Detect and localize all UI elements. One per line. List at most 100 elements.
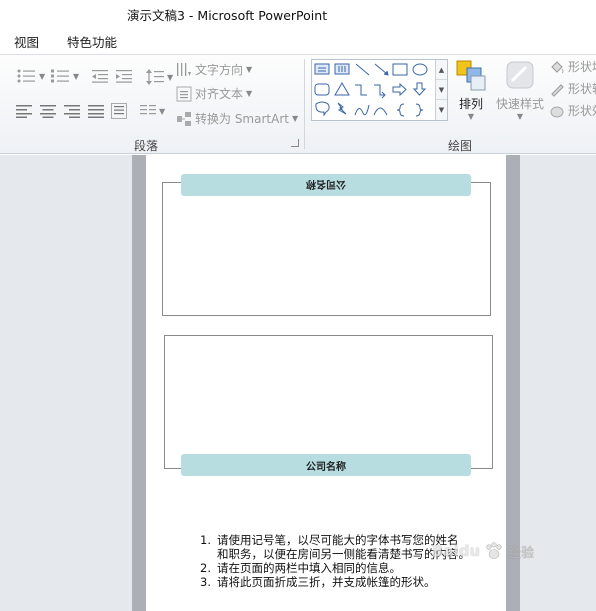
chevron-down-icon: ▼: [39, 71, 46, 81]
quick-styles-icon: [506, 61, 534, 89]
curve-shape-icon: [354, 104, 370, 116]
chevron-down-icon: ▼: [167, 72, 174, 82]
rectangle-shape-icon: [392, 63, 408, 76]
chevron-down-icon: ▼: [291, 114, 299, 123]
callout-shape-icon: [315, 101, 330, 117]
convert-smartart-label: 转换为 SmartArt: [195, 112, 289, 126]
right-brace-shape-icon: [415, 103, 424, 117]
paragraph-group-label: 段落: [134, 139, 159, 153]
align-text-button[interactable]: 对齐文本 ▼: [176, 85, 252, 102]
align-right-button[interactable]: [64, 105, 80, 118]
text-direction-icon: [177, 62, 191, 76]
baidu-watermark: Baidu 经验: [432, 541, 534, 561]
bottom-name-card[interactable]: [164, 335, 493, 469]
lightning-shape-icon: [337, 102, 347, 115]
tab-view[interactable]: 视图: [14, 32, 39, 51]
align-left-button[interactable]: [16, 105, 32, 118]
oval-shape-icon: [412, 63, 428, 76]
down-arrow-shape-icon: [412, 82, 427, 96]
shape-outline-label: 形状轮: [568, 82, 596, 96]
numbering-button[interactable]: ▼: [50, 69, 79, 83]
group-divider: [304, 59, 305, 149]
smartart-icon: [177, 111, 191, 126]
bullets-icon: [17, 69, 35, 83]
shape-fill-button[interactable]: 形状填: [549, 58, 596, 75]
quick-styles-label: 快速样式: [496, 97, 545, 111]
text-direction-label: 文字方向: [195, 63, 244, 77]
right-arrow-shape-icon: [392, 82, 407, 97]
top-company-label[interactable]: 公司名称: [181, 174, 471, 196]
numbering-icon: [51, 69, 69, 83]
align-center-icon: [40, 105, 56, 118]
line-spacing-button[interactable]: ▼: [146, 69, 173, 85]
vertical-text-box-shape-icon: [334, 63, 350, 75]
align-right-icon: [64, 105, 80, 118]
shape-outline-button[interactable]: 形状轮: [549, 80, 596, 97]
shape-effects-button[interactable]: 形状效: [549, 102, 596, 119]
increase-indent-button[interactable]: [116, 69, 132, 83]
scroll-up-icon[interactable]: ▲: [436, 60, 447, 80]
tab-special-features[interactable]: 特色功能: [67, 32, 117, 51]
justify-icon: [88, 105, 104, 118]
pen-icon: [551, 83, 564, 97]
quick-styles-button[interactable]: 快速样式 ▼: [496, 59, 544, 121]
elbow-arrow-connector-shape-icon: [374, 84, 386, 99]
arc-shape-icon: [373, 107, 388, 116]
triangle-shape-icon: [334, 82, 350, 96]
columns-button[interactable]: ▼: [140, 105, 165, 118]
shapes-grid: [314, 63, 428, 117]
list-text: 请使用记号笔，以尽可能大的字体书写您的姓名: [217, 533, 459, 547]
list-number: 1.: [200, 533, 211, 547]
bottom-company-label[interactable]: 公司名称: [181, 454, 471, 476]
arrange-icon: [456, 60, 486, 91]
shapes-gallery[interactable]: ▲ ▼ ▼: [311, 59, 448, 121]
bullets-button[interactable]: ▼: [16, 69, 45, 83]
chevron-down-icon: ▼: [467, 112, 475, 121]
arrow-line-shape-icon: [374, 63, 389, 76]
line-spacing-icon: [146, 69, 164, 85]
top-name-card[interactable]: [162, 182, 491, 316]
list-item: 2. 请在页面的两栏中填入相同的信息。: [200, 561, 500, 575]
shape-fill-label: 形状填: [568, 60, 596, 74]
list-text: 请在页面的两栏中填入相同的信息。: [217, 561, 401, 575]
gallery-scrollbar[interactable]: ▲ ▼ ▼: [435, 60, 447, 120]
convert-smartart-button[interactable]: 转换为 SmartArt ▼: [176, 110, 298, 127]
chevron-down-icon: ▼: [246, 65, 253, 74]
line-shape-icon: [355, 63, 370, 76]
chevron-down-icon: ▼: [159, 107, 166, 116]
distributed-button[interactable]: [111, 103, 127, 119]
scroll-down-icon[interactable]: ▼: [436, 80, 447, 100]
window-title: 演示文稿3 - Microsoft PowerPoint: [127, 8, 328, 23]
ribbon-tabs: 视图 特色功能: [0, 26, 596, 54]
arrange-button[interactable]: 排列 ▼: [455, 59, 487, 121]
chevron-down-icon: ▼: [516, 112, 524, 121]
bottom-company-label-text: 公司名称: [306, 461, 346, 473]
slide-shadow-left: [132, 155, 146, 611]
decrease-indent-icon: [92, 70, 108, 83]
list-number: 2.: [200, 561, 211, 575]
distributed-icon: [111, 103, 127, 119]
elbow-connector-shape-icon: [355, 84, 367, 96]
shape-effects-label: 形状效: [568, 104, 596, 118]
ribbon: ▼ ▼ ▼ 文字方向 ▼ 对齐文本 ▼ 转换为 SmartArt ▼ ▼ 段落 …: [0, 54, 596, 154]
rounded-rectangle-shape-icon: [314, 83, 330, 96]
more-shapes-icon[interactable]: ▼: [436, 100, 447, 120]
paw-icon: [486, 542, 502, 559]
title-bar: 演示文稿3 - Microsoft PowerPoint: [0, 0, 596, 26]
text-direction-button[interactable]: 文字方向 ▼: [176, 61, 252, 78]
align-center-button[interactable]: [40, 105, 56, 118]
shape-effects-icon: [550, 106, 564, 117]
left-gutter: [0, 155, 132, 611]
watermark-cn: 经验: [508, 545, 535, 561]
chevron-down-icon: ▼: [246, 89, 253, 98]
list-number: 3.: [200, 575, 211, 589]
decrease-indent-button[interactable]: [92, 69, 108, 83]
arrange-label: 排列: [458, 97, 483, 111]
left-brace-shape-icon: [396, 103, 405, 117]
text-box-shape-icon: [314, 63, 330, 75]
paragraph-dialog-launcher-icon[interactable]: [291, 139, 299, 147]
justify-button[interactable]: [88, 105, 104, 118]
align-left-icon: [16, 105, 32, 118]
list-item: 3. 请将此页面折成三折，并支成帐篷的形状。: [200, 575, 500, 589]
drawing-group-label: 绘图: [448, 139, 473, 153]
